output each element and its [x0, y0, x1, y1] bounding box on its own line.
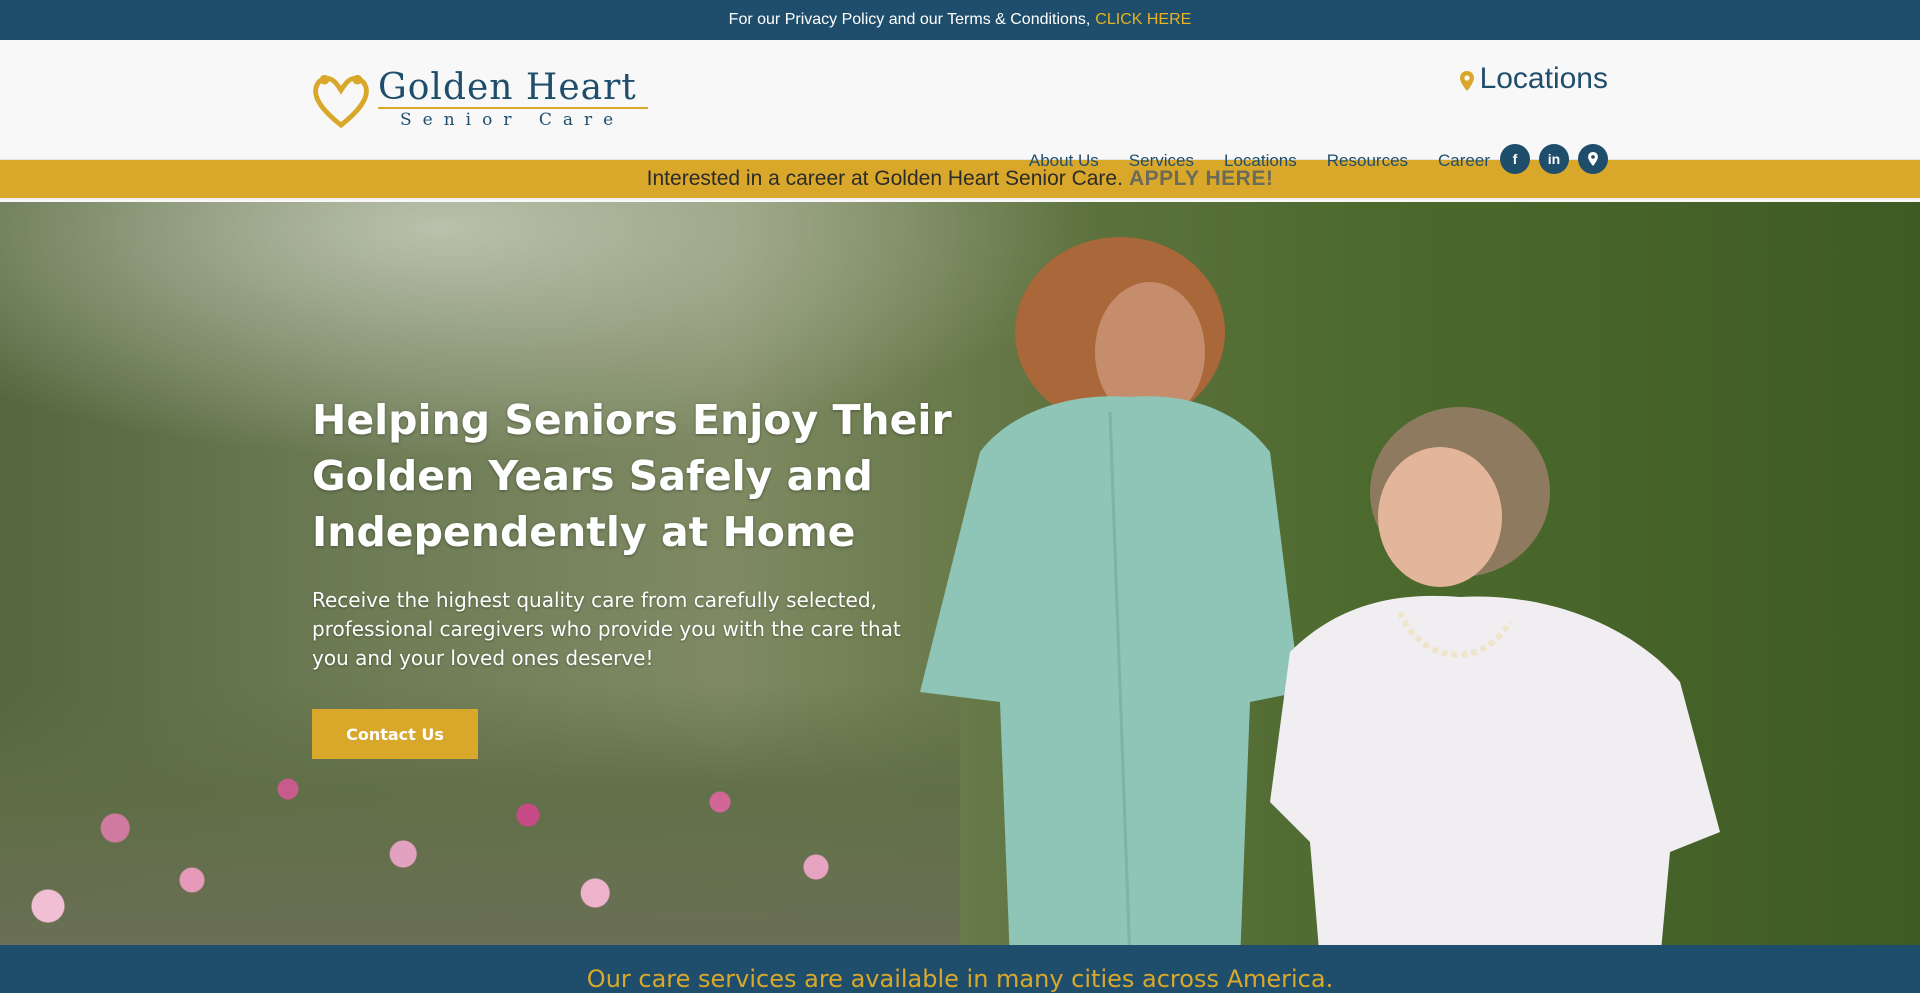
nav-services[interactable]: Services — [1129, 151, 1194, 171]
senior-woman-photo — [1270, 407, 1720, 945]
hero-section: Helping Seniors Enjoy Their Golden Years… — [0, 202, 1920, 945]
announcement-bar: For our Privacy Policy and our Terms & C… — [0, 0, 1920, 40]
privacy-terms-link[interactable]: CLICK HERE — [1095, 11, 1191, 29]
logo-title: Golden Heart — [378, 67, 637, 108]
career-banner: Interested in a career at Golden Heart S… — [0, 160, 1920, 200]
linkedin-icon[interactable]: in — [1539, 144, 1569, 174]
nav-about-us[interactable]: About Us — [1029, 151, 1099, 171]
nav-career[interactable]: Career — [1438, 151, 1490, 171]
header-locations-link[interactable]: Locations — [1459, 62, 1608, 96]
location-button[interactable] — [1578, 144, 1608, 174]
hero-content: Helping Seniors Enjoy Their Golden Years… — [312, 392, 952, 759]
announcement-text: For our Privacy Policy and our Terms & C… — [728, 11, 1091, 28]
map-pin-icon — [1459, 71, 1474, 91]
availability-banner: Our care services are available in many … — [0, 945, 1920, 993]
facebook-icon[interactable]: f — [1500, 144, 1530, 174]
map-pin-icon — [1588, 152, 1598, 166]
site-logo[interactable]: Golden Heart Senior Care — [312, 70, 648, 129]
logo-subtitle: Senior Care — [400, 110, 625, 130]
availability-text: Our care services are available in many … — [586, 965, 1334, 993]
contact-us-button[interactable]: Contact Us — [312, 709, 478, 759]
heart-logo-icon — [313, 74, 369, 128]
nav-locations[interactable]: Locations — [1224, 151, 1297, 171]
hero-subheading: Receive the highest quality care from ca… — [312, 588, 901, 670]
hero-heading: Helping Seniors Enjoy Their Golden Years… — [312, 396, 952, 556]
main-nav: About Us Services Locations Resources Ca… — [999, 151, 1490, 171]
nav-resources[interactable]: Resources — [1327, 151, 1408, 171]
header-locations-label: Locations — [1479, 62, 1608, 95]
site-header: Golden Heart Senior Care Locations About… — [0, 40, 1920, 174]
social-links: f in — [1500, 144, 1608, 174]
